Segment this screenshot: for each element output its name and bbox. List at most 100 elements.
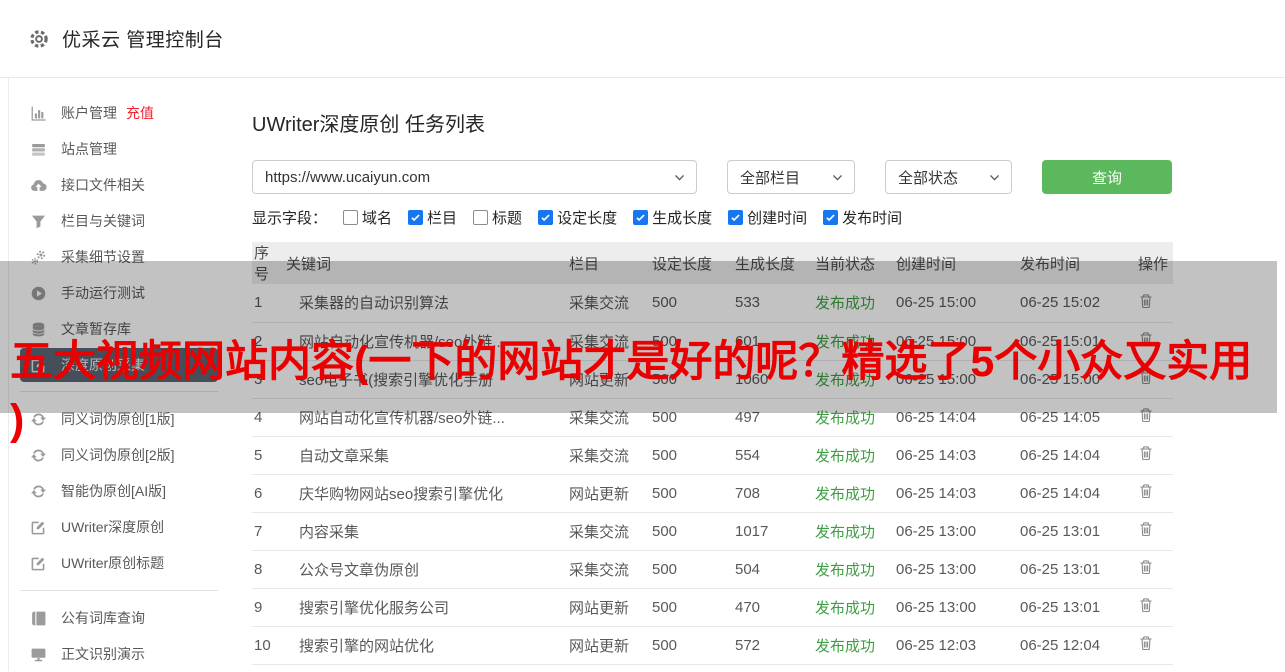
cell-actions	[1136, 588, 1173, 626]
field-checkbox[interactable]: 创建时间	[728, 207, 807, 228]
sidebar-item-label: 站点管理	[61, 139, 117, 159]
cell-column: 采集交流	[567, 550, 650, 588]
sidebar-item[interactable]: 站点管理	[0, 131, 250, 167]
checkbox-checked-icon[interactable]	[633, 210, 648, 225]
field-checkbox-label: 标题	[492, 207, 522, 228]
cell-set-len: 500	[650, 474, 733, 512]
field-checkboxes: 域名 栏目 标题设定长度生成长度创建时间发布时间	[327, 207, 902, 228]
overlay-band	[0, 261, 1277, 413]
checkbox-checked-icon[interactable]	[823, 210, 838, 225]
cell-keyword: 搜索引擎优化服务公司	[284, 588, 567, 626]
sidebar-item-label: UWriter原创标题	[61, 553, 164, 573]
sidebar-item[interactable]: 公有词库查询	[0, 600, 250, 636]
site-select[interactable]: https://www.ucaiyun.com	[252, 160, 697, 194]
cell-set-len: 500	[650, 626, 733, 664]
sidebar-item[interactable]: 栏目与关键词	[0, 203, 250, 239]
cell-created: 06-25 13:00	[894, 550, 1018, 588]
chevron-down-icon	[673, 171, 686, 184]
sidebar-item[interactable]: 同义词伪原创[2版]	[0, 437, 250, 473]
filter-icon	[30, 213, 47, 230]
refresh-icon	[30, 447, 47, 464]
sidebar-item-label: 账户管理	[61, 103, 117, 123]
delete-button[interactable]	[1138, 445, 1158, 465]
checkbox-unchecked-icon[interactable]	[473, 210, 488, 225]
status-select[interactable]: 全部状态	[885, 160, 1012, 194]
sidebar-item[interactable]: 智能伪原创[AI版]	[0, 473, 250, 509]
delete-button[interactable]	[1138, 597, 1158, 617]
field-checkbox[interactable]: 域名	[343, 207, 392, 228]
sidebar-item-label: 智能伪原创[AI版]	[61, 481, 166, 501]
cell-column: 网站更新	[567, 626, 650, 664]
cell-gen-len: 470	[733, 588, 813, 626]
column-select[interactable]: 全部栏目	[727, 160, 855, 194]
chevron-down-icon	[988, 171, 1001, 184]
sidebar-item-label: 栏目与关键词	[61, 211, 145, 231]
cell-actions	[1136, 550, 1173, 588]
sidebar-item[interactable]: UWriter深度原创	[0, 509, 250, 545]
cell-status: 发布成功	[813, 626, 894, 664]
cell-published: 06-25 13:01	[1018, 550, 1136, 588]
cell-created: 06-25 12:03	[894, 626, 1018, 664]
sidebar-item[interactable]: 接口文件相关	[0, 167, 250, 203]
field-checkbox[interactable]: 生成长度	[633, 207, 712, 228]
cell-gen-len: 572	[733, 626, 813, 664]
fields-label: 显示字段：	[252, 207, 327, 228]
trash-icon	[1138, 445, 1154, 461]
cell-column: 网站更新	[567, 588, 650, 626]
refresh-icon	[30, 483, 47, 500]
sidebar-item-label: 公有词库查询	[61, 608, 145, 628]
checkbox-checked-icon[interactable]	[538, 210, 553, 225]
edit-square-icon	[30, 519, 47, 536]
sidebar-item[interactable]: UWriter原创标题	[0, 545, 250, 581]
cell-created: 06-25 13:00	[894, 588, 1018, 626]
sidebar-item-label: 接口文件相关	[61, 175, 145, 195]
cell-gen-len: 1017	[733, 512, 813, 550]
table-row: 5自动文章采集采集交流500554发布成功06-25 14:0306-25 14…	[252, 436, 1173, 474]
sidebar-item-label: 正文识别演示	[61, 644, 145, 664]
delete-button[interactable]	[1138, 483, 1158, 503]
cell-gen-len: 554	[733, 436, 813, 474]
app-title: 优采云 管理控制台	[62, 25, 224, 52]
field-checkbox[interactable]: 标题	[473, 207, 522, 228]
trash-icon	[1138, 483, 1154, 499]
delete-button[interactable]	[1138, 635, 1158, 655]
table-row: 10搜索引擎的网站优化网站更新500572发布成功06-25 12:0306-2…	[252, 626, 1173, 664]
cell-actions	[1136, 436, 1173, 474]
sidebar-item[interactable]: 正文识别演示	[0, 636, 250, 672]
query-button[interactable]: 查询	[1042, 160, 1172, 194]
cell-no: 10	[252, 626, 284, 664]
field-checkbox[interactable]: 栏目	[408, 207, 457, 228]
cell-published: 06-25 14:04	[1018, 436, 1136, 474]
delete-button[interactable]	[1138, 559, 1158, 579]
cell-set-len: 500	[650, 588, 733, 626]
checkbox-unchecked-icon[interactable]	[343, 210, 358, 225]
checkbox-checked-icon[interactable]	[728, 210, 743, 225]
checkbox-checked-icon[interactable]	[408, 210, 423, 225]
delete-button[interactable]	[1138, 521, 1158, 541]
edit-square-icon	[30, 555, 47, 572]
cell-set-len: 500	[650, 512, 733, 550]
cell-column: 采集交流	[567, 512, 650, 550]
cell-keyword: 庆华购物网站seo搜索引擎优化	[284, 474, 567, 512]
field-checkbox[interactable]: 发布时间	[823, 207, 902, 228]
cell-keyword: 内容采集	[284, 512, 567, 550]
cell-created: 06-25 14:03	[894, 474, 1018, 512]
monitor-icon	[30, 646, 47, 663]
cell-no: 6	[252, 474, 284, 512]
cell-keyword: 自动文章采集	[284, 436, 567, 474]
cell-actions	[1136, 626, 1173, 664]
gear-icon	[28, 28, 50, 50]
table-row: 8公众号文章伪原创采集交流500504发布成功06-25 13:0006-25 …	[252, 550, 1173, 588]
field-checkbox[interactable]: 设定长度	[538, 207, 617, 228]
site-select-value: https://www.ucaiyun.com	[265, 169, 430, 186]
recharge-badge[interactable]: 充值	[126, 103, 154, 123]
field-checkbox-label: 栏目	[427, 207, 457, 228]
sidebar-item[interactable]: 账户管理充值	[0, 95, 250, 131]
cell-no: 5	[252, 436, 284, 474]
cell-gen-len: 708	[733, 474, 813, 512]
cell-published: 06-25 13:01	[1018, 512, 1136, 550]
bar-chart-icon	[30, 105, 47, 122]
book-icon	[30, 610, 47, 627]
cloud-upload-icon	[30, 177, 47, 194]
table-row: 9搜索引擎优化服务公司网站更新500470发布成功06-25 13:0006-2…	[252, 588, 1173, 626]
